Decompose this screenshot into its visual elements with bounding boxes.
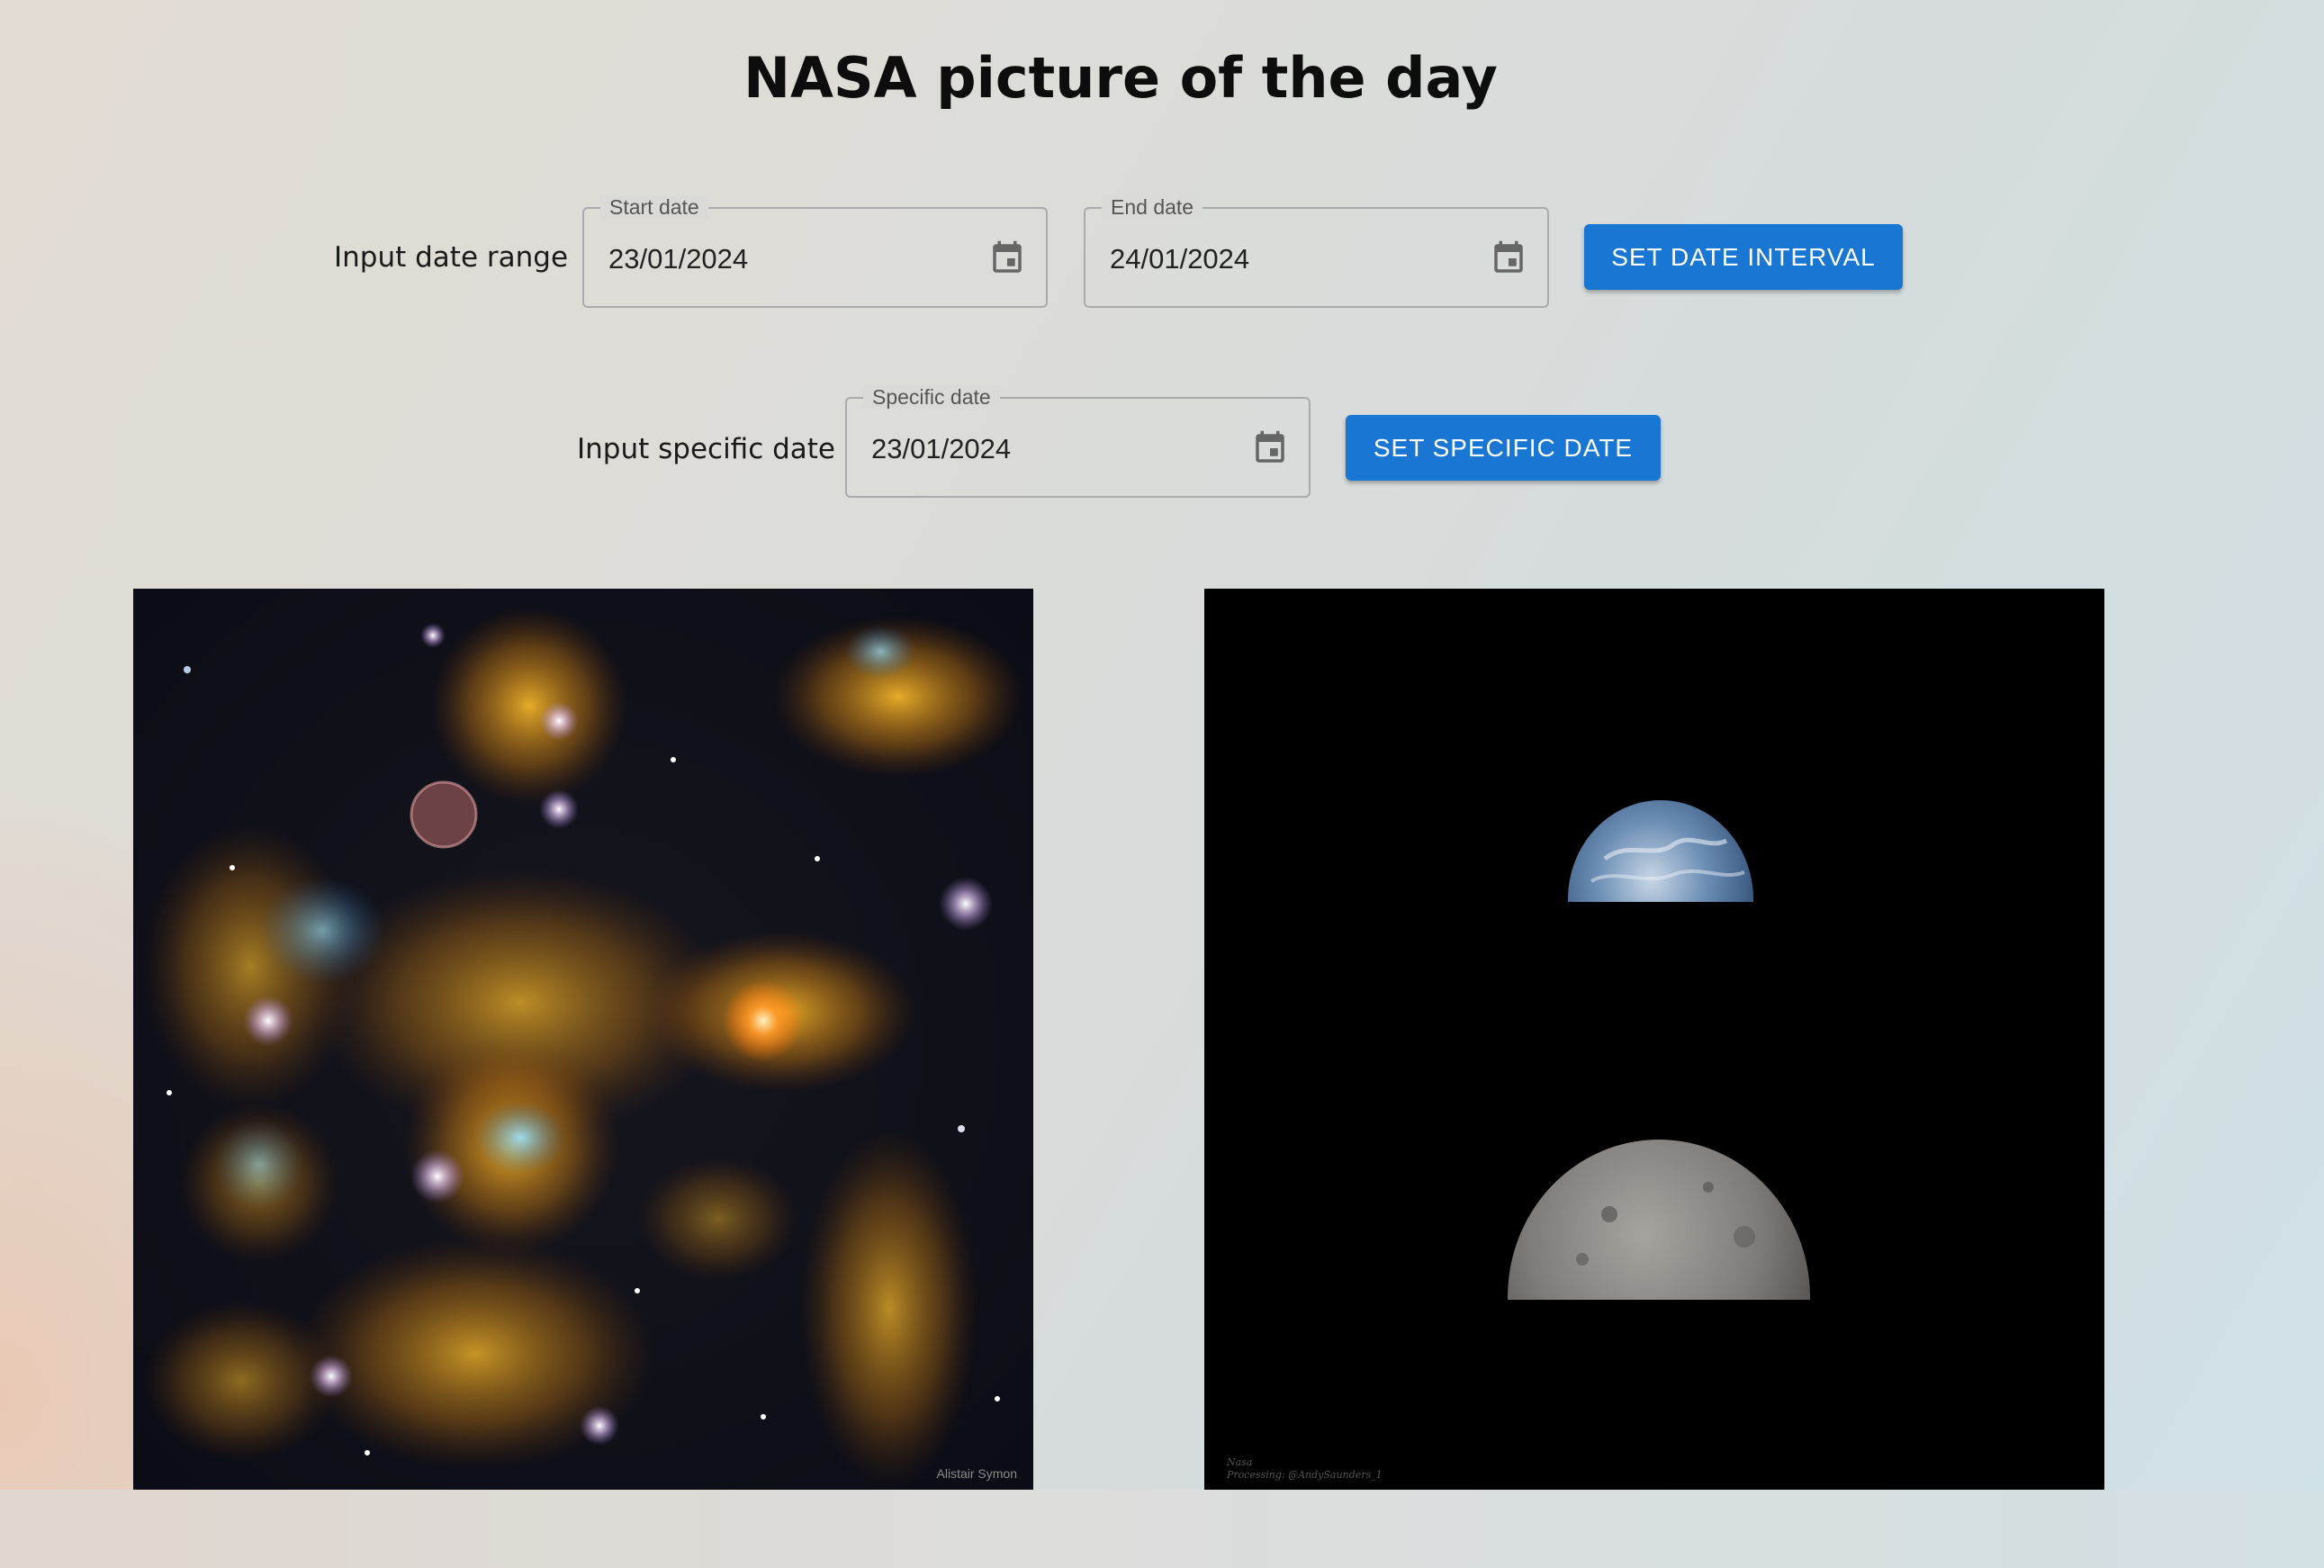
date-range-label: Input date range xyxy=(334,241,569,274)
page-title: NASA picture of the day xyxy=(743,45,1498,111)
calendar-icon[interactable] xyxy=(988,239,1026,278)
end-date-legend: End date xyxy=(1102,195,1203,219)
start-date-value[interactable]: 23/01/2024 xyxy=(608,243,748,275)
calendar-icon[interactable] xyxy=(1251,428,1289,468)
specific-date-value[interactable]: 23/01/2024 xyxy=(871,433,1011,465)
specific-date-legend: Specific date xyxy=(863,385,1000,409)
specific-date-label: Input specific date xyxy=(577,433,836,465)
image-credit: Alistair Symon xyxy=(936,1466,1017,1481)
image-credit-line-2: Processing: @AndySaunders_1 xyxy=(1227,1469,1383,1481)
start-date-field[interactable]: Start date 23/01/2024 xyxy=(582,195,1048,308)
set-specific-date-button[interactable]: SET SPECIFIC DATE xyxy=(1346,415,1661,481)
end-date-field[interactable]: End date 24/01/2024 xyxy=(1084,195,1549,308)
start-date-legend: Start date xyxy=(600,195,708,219)
earth-moon-image: Nasa Processing: @AndySaunders_1 xyxy=(1204,589,2104,1490)
set-date-interval-button[interactable]: SET DATE INTERVAL xyxy=(1584,224,1903,290)
end-date-value[interactable]: 24/01/2024 xyxy=(1110,243,1249,275)
page-bottom-band xyxy=(0,1490,2324,1568)
calendar-icon[interactable] xyxy=(1490,239,1527,278)
nebula-image: Alistair Symon xyxy=(133,589,1033,1490)
specific-date-field[interactable]: Specific date 23/01/2024 xyxy=(845,385,1311,498)
image-credit-line-1: Nasa xyxy=(1227,1456,1253,1468)
